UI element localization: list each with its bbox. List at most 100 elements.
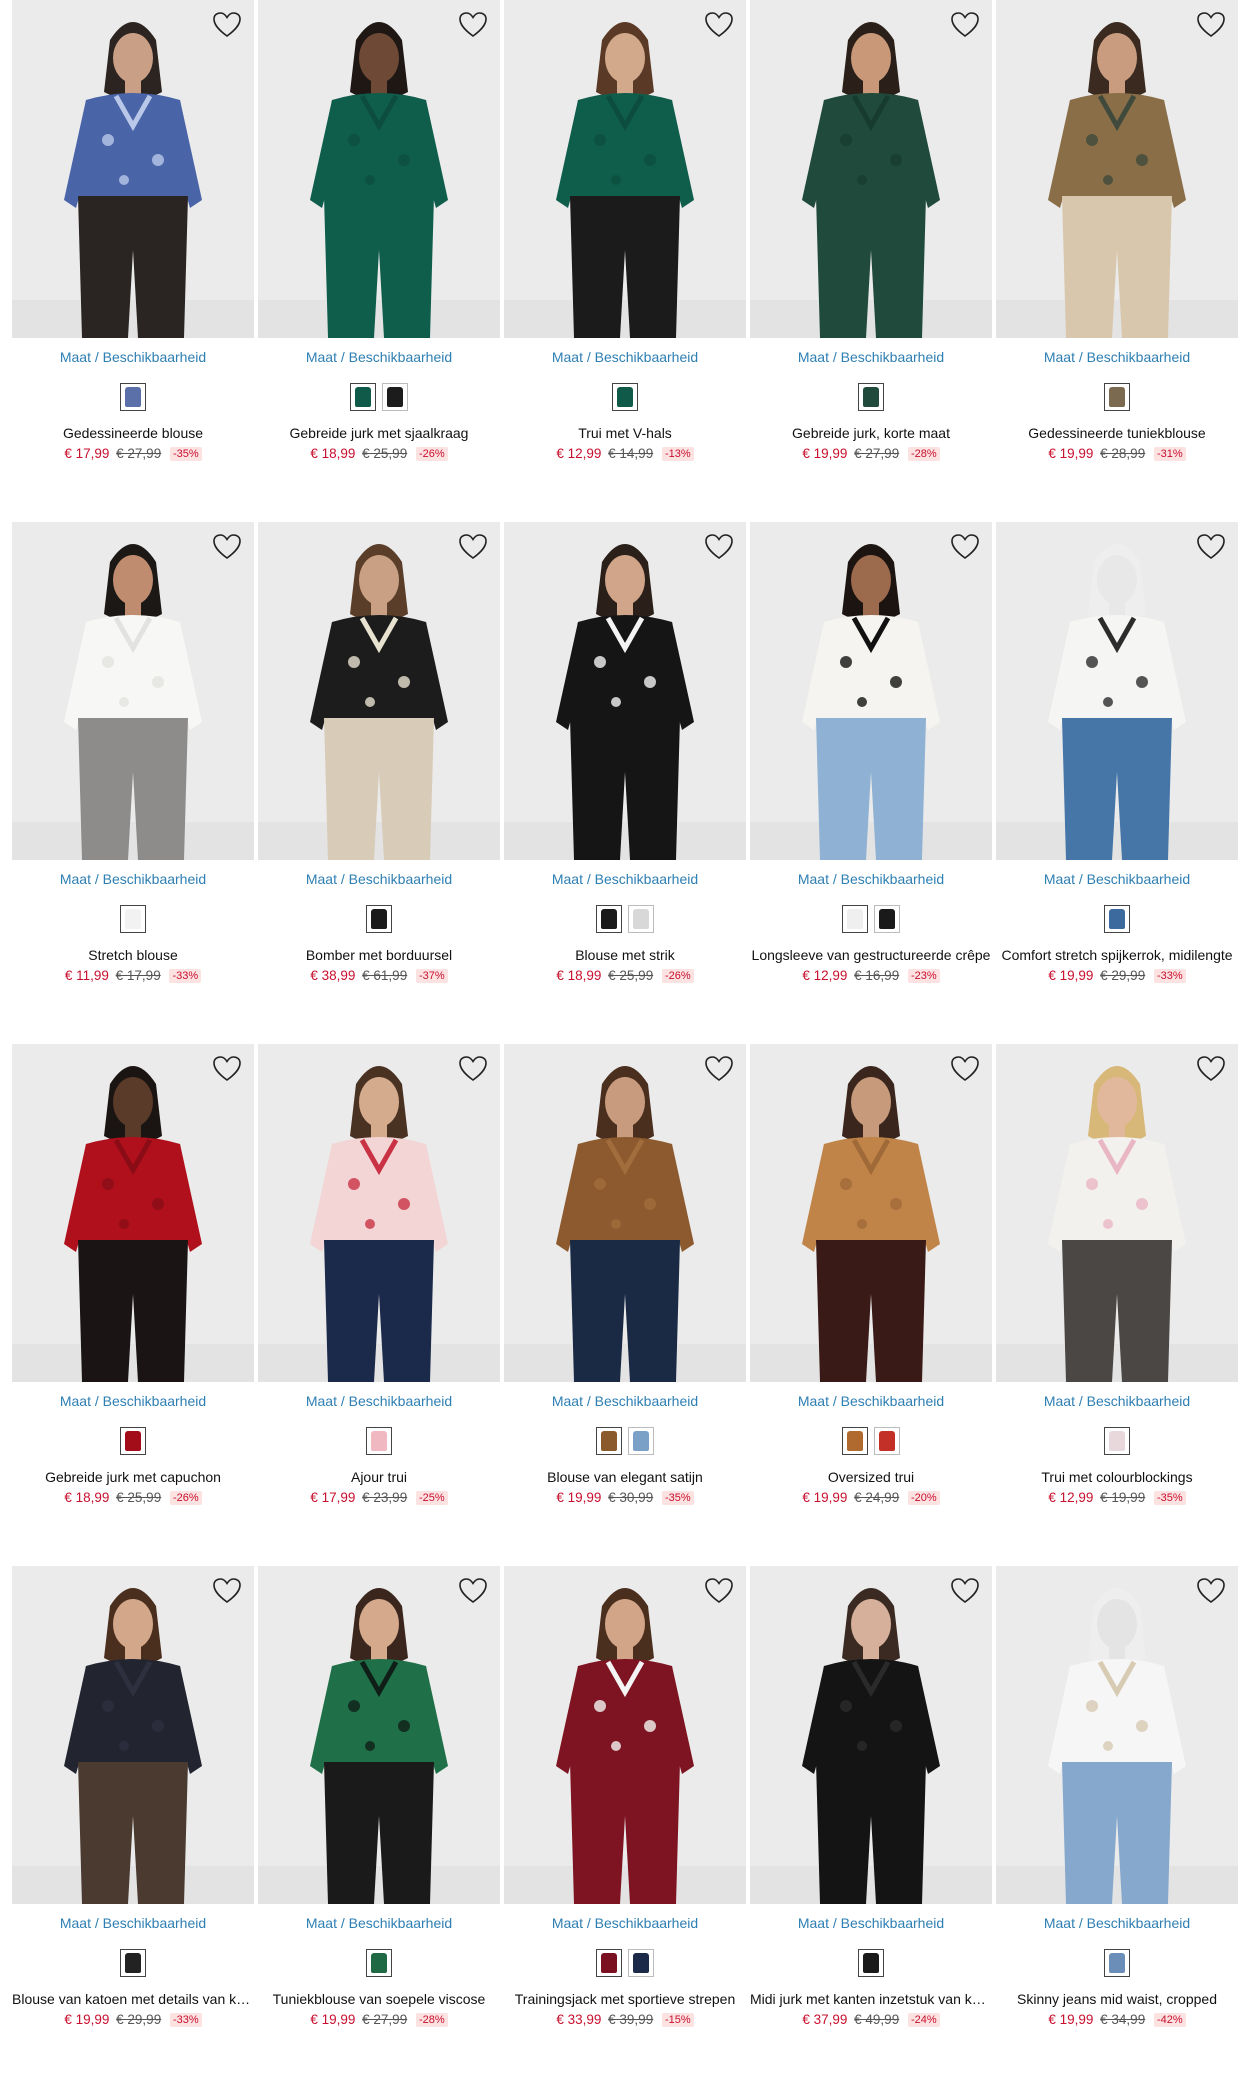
product-image[interactable]: [504, 522, 746, 860]
wishlist-heart-icon[interactable]: [210, 1574, 244, 1608]
size-availability-link[interactable]: Maat / Beschikbaarheid: [12, 1393, 254, 1409]
color-swatch[interactable]: [628, 1949, 654, 1977]
size-availability-link[interactable]: Maat / Beschikbaarheid: [996, 1393, 1238, 1409]
product-card[interactable]: Maat / Beschikbaarheid Oversized trui € …: [750, 1044, 992, 1566]
wishlist-heart-icon[interactable]: [948, 8, 982, 42]
wishlist-heart-icon[interactable]: [702, 8, 736, 42]
size-availability-link[interactable]: Maat / Beschikbaarheid: [750, 1915, 992, 1931]
product-name[interactable]: Blouse van katoen met details van kant: [12, 1991, 254, 2007]
color-swatch[interactable]: [596, 905, 622, 933]
size-availability-link[interactable]: Maat / Beschikbaarheid: [750, 871, 992, 887]
product-name[interactable]: Gebreide jurk, korte maat: [750, 425, 992, 441]
product-card[interactable]: Maat / Beschikbaarheid Gebreide jurk met…: [12, 1044, 254, 1566]
color-swatch[interactable]: [366, 905, 392, 933]
product-card[interactable]: Maat / Beschikbaarheid Blouse met strik …: [504, 522, 746, 1044]
product-image-wrap[interactable]: [258, 522, 500, 860]
product-image[interactable]: [12, 1566, 254, 1904]
wishlist-heart-icon[interactable]: [948, 1052, 982, 1086]
wishlist-heart-icon[interactable]: [1194, 1574, 1228, 1608]
color-swatch[interactable]: [120, 1949, 146, 1977]
size-availability-link[interactable]: Maat / Beschikbaarheid: [12, 871, 254, 887]
wishlist-heart-icon[interactable]: [456, 1052, 490, 1086]
color-swatch[interactable]: [628, 905, 654, 933]
product-card[interactable]: Maat / Beschikbaarheid Gedessineerde tun…: [996, 0, 1238, 522]
product-image-wrap[interactable]: [504, 1566, 746, 1904]
product-image[interactable]: [504, 1044, 746, 1382]
product-image[interactable]: [12, 0, 254, 338]
wishlist-heart-icon[interactable]: [948, 530, 982, 564]
product-image-wrap[interactable]: [504, 522, 746, 860]
size-availability-link[interactable]: Maat / Beschikbaarheid: [258, 1915, 500, 1931]
product-image-wrap[interactable]: [258, 0, 500, 338]
product-image[interactable]: [996, 0, 1238, 338]
product-image-wrap[interactable]: [504, 1044, 746, 1382]
product-image-wrap[interactable]: [504, 0, 746, 338]
product-name[interactable]: Gedessineerde blouse: [12, 425, 254, 441]
wishlist-heart-icon[interactable]: [456, 8, 490, 42]
wishlist-heart-icon[interactable]: [210, 1052, 244, 1086]
color-swatch[interactable]: [120, 383, 146, 411]
product-image[interactable]: [996, 522, 1238, 860]
color-swatch[interactable]: [596, 1427, 622, 1455]
product-card[interactable]: Maat / Beschikbaarheid Gedessineerde blo…: [12, 0, 254, 522]
wishlist-heart-icon[interactable]: [456, 1574, 490, 1608]
product-card[interactable]: Maat / Beschikbaarheid Bomber met borduu…: [258, 522, 500, 1044]
product-card[interactable]: Maat / Beschikbaarheid Gebreide jurk met…: [258, 0, 500, 522]
product-image-wrap[interactable]: [750, 522, 992, 860]
product-card[interactable]: Maat / Beschikbaarheid Skinny jeans mid …: [996, 1566, 1238, 2088]
size-availability-link[interactable]: Maat / Beschikbaarheid: [504, 871, 746, 887]
product-image-wrap[interactable]: [750, 1044, 992, 1382]
product-name[interactable]: Stretch blouse: [12, 947, 254, 963]
product-card[interactable]: Maat / Beschikbaarheid Ajour trui € 17,9…: [258, 1044, 500, 1566]
wishlist-heart-icon[interactable]: [1194, 8, 1228, 42]
color-swatch[interactable]: [628, 1427, 654, 1455]
wishlist-heart-icon[interactable]: [702, 530, 736, 564]
product-card[interactable]: Maat / Beschikbaarheid Midi jurk met kan…: [750, 1566, 992, 2088]
size-availability-link[interactable]: Maat / Beschikbaarheid: [12, 1915, 254, 1931]
wishlist-heart-icon[interactable]: [1194, 530, 1228, 564]
product-card[interactable]: Maat / Beschikbaarheid Longsleeve van ge…: [750, 522, 992, 1044]
size-availability-link[interactable]: Maat / Beschikbaarheid: [504, 349, 746, 365]
wishlist-heart-icon[interactable]: [210, 8, 244, 42]
product-name[interactable]: Midi jurk met kanten inzetstuk van katoe…: [750, 1991, 992, 2007]
product-name[interactable]: Trui met V-hals: [504, 425, 746, 441]
color-swatch[interactable]: [366, 1949, 392, 1977]
color-swatch[interactable]: [858, 1949, 884, 1977]
product-image-wrap[interactable]: [258, 1566, 500, 1904]
product-image[interactable]: [750, 1566, 992, 1904]
product-image[interactable]: [996, 1566, 1238, 1904]
product-image[interactable]: [750, 522, 992, 860]
product-card[interactable]: Maat / Beschikbaarheid Trui met colourbl…: [996, 1044, 1238, 1566]
wishlist-heart-icon[interactable]: [210, 530, 244, 564]
product-name[interactable]: Longsleeve van gestructureerde crêpe: [750, 947, 992, 963]
product-image-wrap[interactable]: [996, 1044, 1238, 1382]
color-swatch[interactable]: [1104, 905, 1130, 933]
color-swatch[interactable]: [842, 1427, 868, 1455]
product-image[interactable]: [258, 0, 500, 338]
color-swatch[interactable]: [596, 1949, 622, 1977]
product-image[interactable]: [12, 522, 254, 860]
product-image[interactable]: [750, 1044, 992, 1382]
wishlist-heart-icon[interactable]: [702, 1574, 736, 1608]
wishlist-heart-icon[interactable]: [1194, 1052, 1228, 1086]
product-image[interactable]: [504, 1566, 746, 1904]
product-card[interactable]: Maat / Beschikbaarheid Tuniekblouse van …: [258, 1566, 500, 2088]
product-name[interactable]: Trui met colourblockings: [996, 1469, 1238, 1485]
color-swatch[interactable]: [120, 1427, 146, 1455]
color-swatch[interactable]: [842, 905, 868, 933]
color-swatch[interactable]: [874, 905, 900, 933]
product-image-wrap[interactable]: [750, 0, 992, 338]
product-image-wrap[interactable]: [750, 1566, 992, 1904]
product-card[interactable]: Maat / Beschikbaarheid Blouse van katoen…: [12, 1566, 254, 2088]
product-image[interactable]: [258, 522, 500, 860]
color-swatch[interactable]: [382, 383, 408, 411]
product-name[interactable]: Blouse van elegant satijn: [504, 1469, 746, 1485]
product-name[interactable]: Skinny jeans mid waist, cropped: [996, 1991, 1238, 2007]
product-image[interactable]: [996, 1044, 1238, 1382]
product-name[interactable]: Tuniekblouse van soepele viscose: [258, 1991, 500, 2007]
size-availability-link[interactable]: Maat / Beschikbaarheid: [258, 1393, 500, 1409]
product-image-wrap[interactable]: [12, 1566, 254, 1904]
product-card[interactable]: Maat / Beschikbaarheid Gebreide jurk, ko…: [750, 0, 992, 522]
color-swatch[interactable]: [366, 1427, 392, 1455]
product-image[interactable]: [504, 0, 746, 338]
